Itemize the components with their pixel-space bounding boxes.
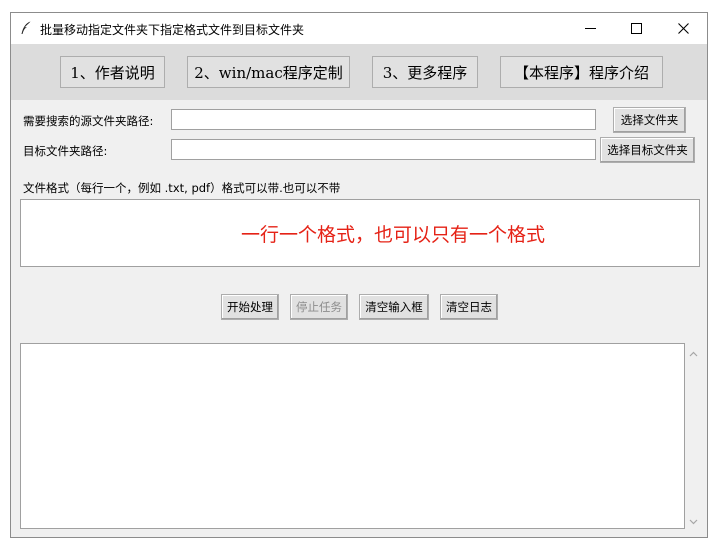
maximize-button[interactable] — [614, 13, 660, 44]
minimize-button[interactable] — [568, 13, 614, 44]
log-textarea[interactable] — [20, 343, 685, 529]
maximize-icon — [631, 23, 642, 34]
target-folder-input[interactable] — [171, 139, 596, 160]
clear-log-button[interactable]: 清空日志 — [440, 294, 498, 320]
scroll-up-icon[interactable] — [689, 348, 698, 357]
top-toolbar: 1、作者说明 2、win/mac程序定制 3、更多程序 【本程序】程序介绍 — [11, 44, 707, 100]
select-target-folder-button[interactable]: 选择目标文件夹 — [600, 137, 695, 163]
target-folder-label: 目标文件夹路径: — [23, 144, 108, 158]
source-folder-label: 需要搜索的源文件夹路径: — [23, 114, 154, 128]
window-title: 批量移动指定文件夹下指定格式文件到目标文件夹 — [40, 23, 305, 37]
log-scrollbar[interactable] — [685, 343, 702, 529]
close-icon — [678, 23, 689, 34]
more-programs-button[interactable]: 3、更多程序 — [372, 56, 478, 88]
file-format-textarea[interactable]: 一行一个格式，也可以只有一个格式 — [20, 199, 700, 267]
app-window: 批量移动指定文件夹下指定格式文件到目标文件夹 1、作者说明 2、win/mac程… — [10, 12, 708, 538]
select-source-folder-button[interactable]: 选择文件夹 — [613, 107, 686, 133]
close-button[interactable] — [661, 13, 707, 44]
file-format-hint: 一行一个格式，也可以只有一个格式 — [241, 224, 546, 246]
start-button[interactable]: 开始处理 — [221, 294, 279, 320]
source-folder-input[interactable] — [171, 109, 596, 130]
author-info-button[interactable]: 1、作者说明 — [60, 56, 165, 88]
custom-program-button[interactable]: 2、win/mac程序定制 — [187, 56, 350, 88]
stop-button[interactable]: 停止任务 — [290, 294, 348, 320]
program-intro-button[interactable]: 【本程序】程序介绍 — [500, 56, 663, 88]
feather-icon — [20, 21, 32, 35]
scroll-down-icon[interactable] — [689, 515, 698, 525]
minimize-icon — [585, 28, 596, 29]
title-bar[interactable]: 批量移动指定文件夹下指定格式文件到目标文件夹 — [11, 13, 707, 44]
file-format-label: 文件格式（每行一个，例如 .txt, pdf）格式可以带.也可以不带 — [23, 181, 341, 195]
clear-inputs-button[interactable]: 清空输入框 — [359, 294, 429, 320]
